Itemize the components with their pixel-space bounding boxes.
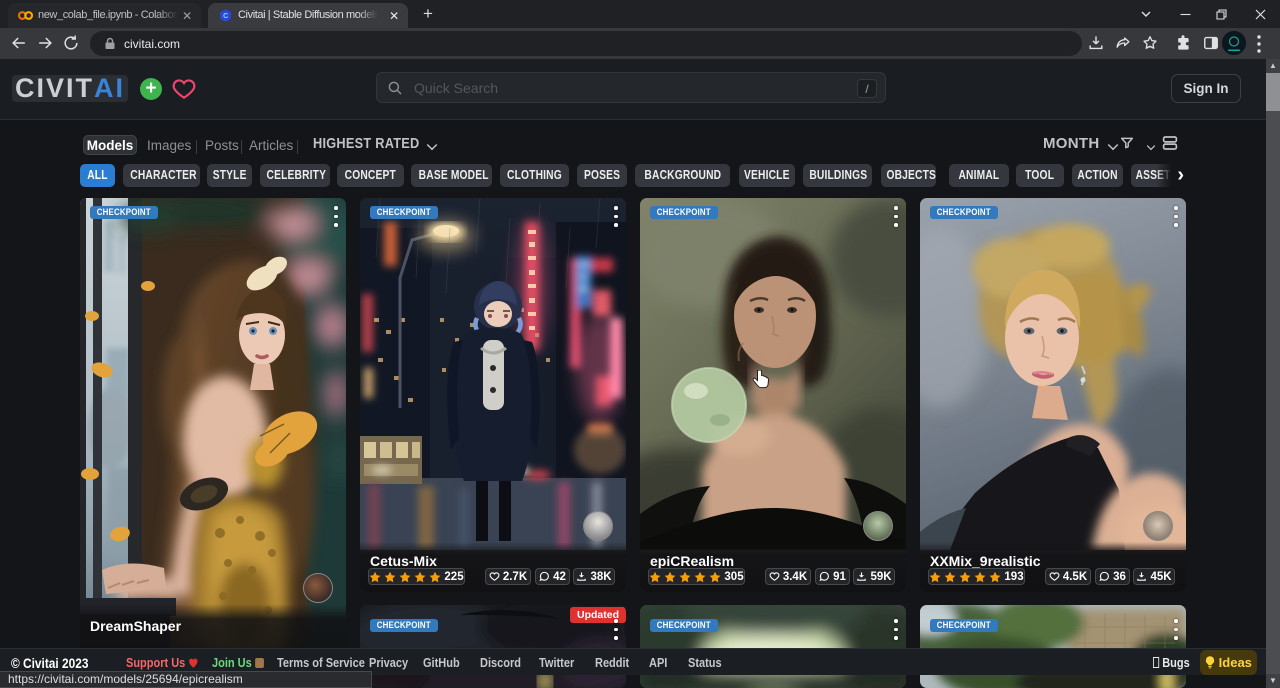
svg-text:C: C <box>223 13 228 20</box>
